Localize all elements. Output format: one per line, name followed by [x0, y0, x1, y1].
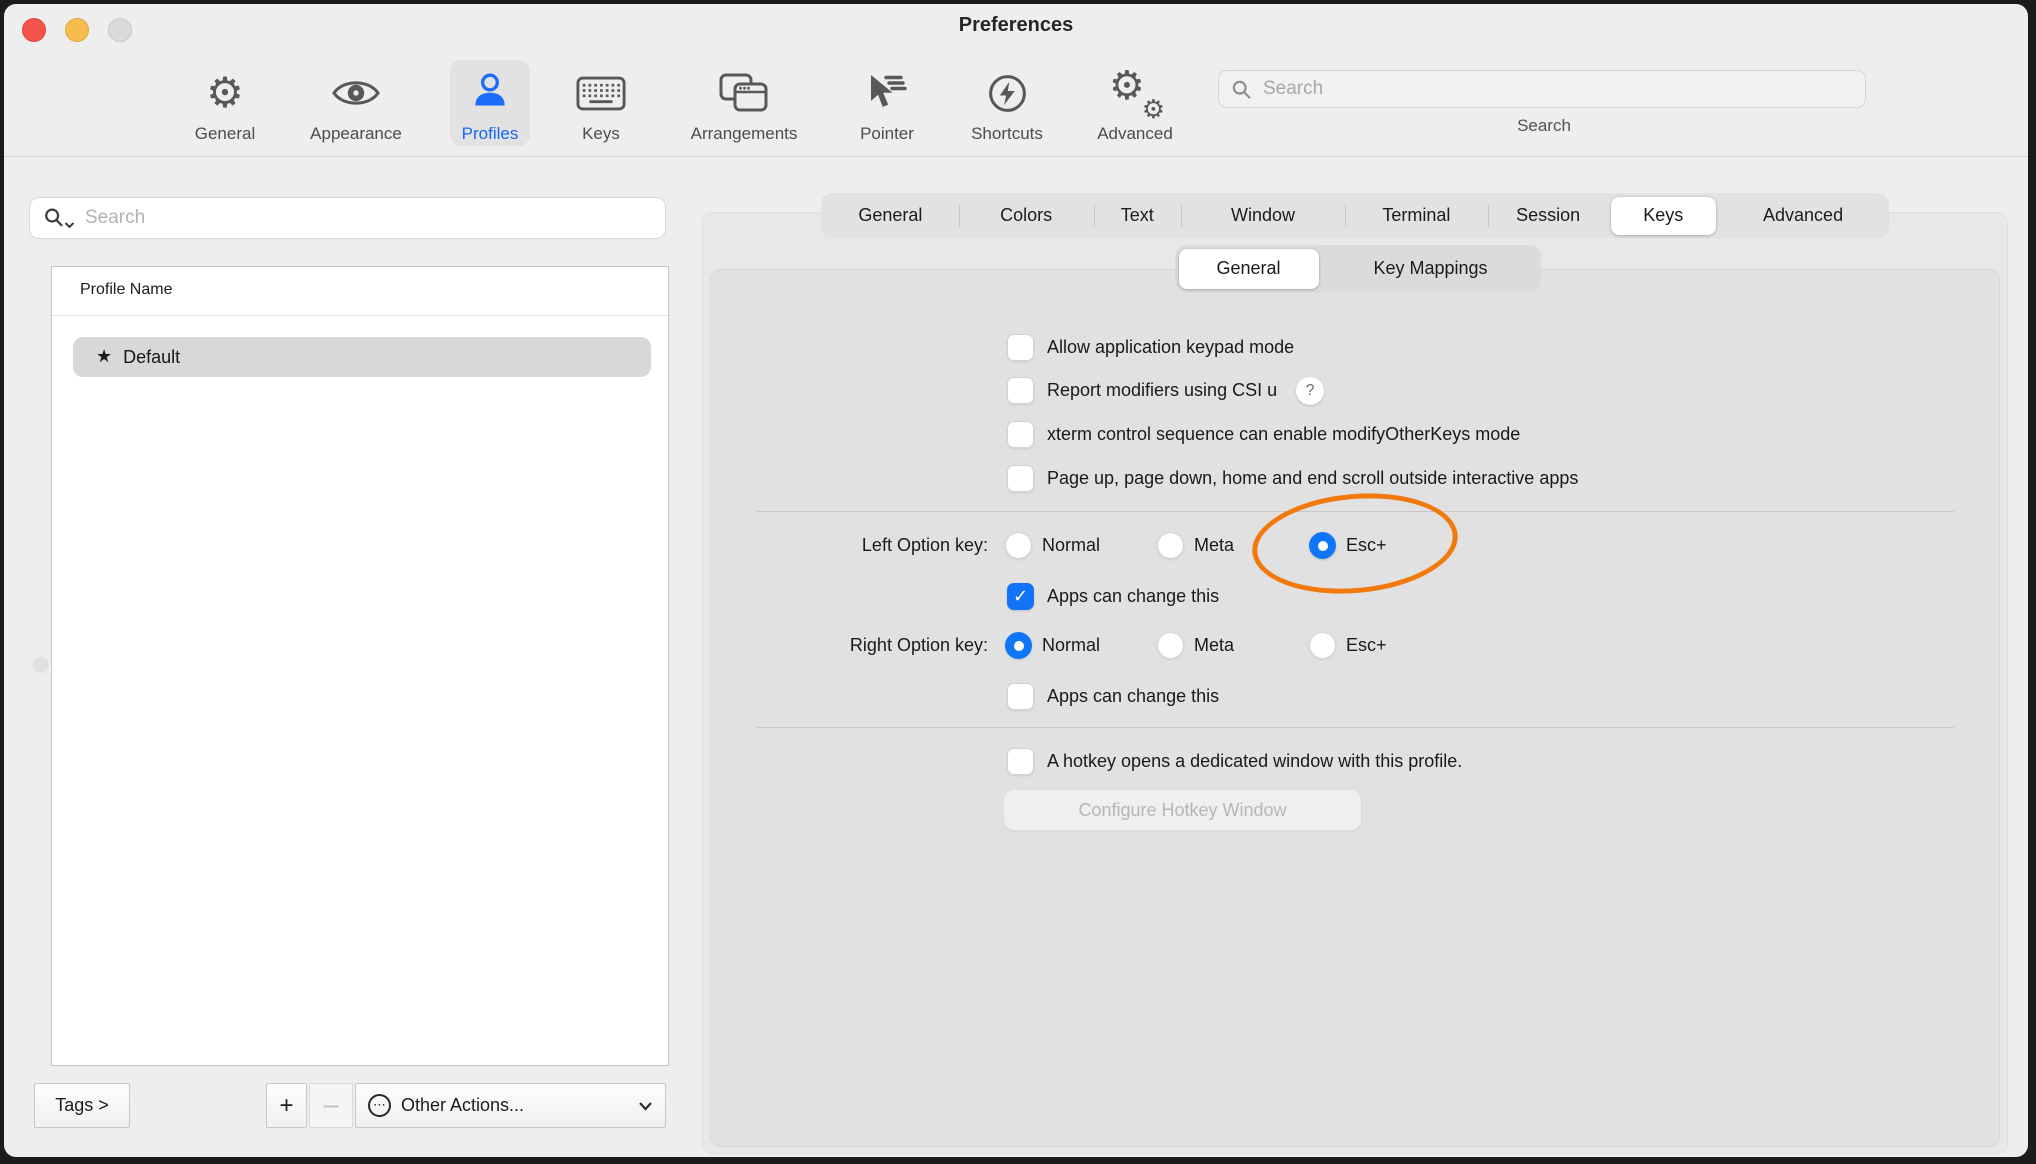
checkbox-unchecked[interactable]	[1007, 748, 1034, 775]
toolbar-item-profiles[interactable]: Profiles	[450, 60, 530, 146]
tab-terminal[interactable]: Terminal	[1345, 194, 1488, 237]
toolbar-item-pointer[interactable]: Pointer	[842, 60, 932, 146]
checkbox-unchecked[interactable]	[1007, 377, 1034, 404]
right-option-label: Right Option key:	[644, 635, 988, 656]
toolbar-search-field[interactable]	[1218, 70, 1866, 108]
radio-selected[interactable]	[1309, 532, 1336, 559]
keys-subtabs: General Key Mappings	[1176, 246, 1540, 291]
add-profile-button[interactable]: +	[266, 1083, 307, 1128]
toolbar-item-general[interactable]: ⚙ General	[180, 60, 270, 146]
checkbox-row-csi-u[interactable]: Report modifiers using CSI u ?	[1007, 377, 1324, 404]
toolbar-item-appearance[interactable]: Appearance	[291, 60, 421, 146]
other-actions-dropdown[interactable]: ⋯ Other Actions...	[355, 1083, 666, 1128]
minus-icon: −	[321, 1092, 341, 1120]
other-actions-label: Other Actions...	[401, 1095, 524, 1116]
tags-button[interactable]: Tags >	[34, 1083, 130, 1128]
profile-search-input[interactable]	[83, 206, 652, 230]
checkmark-icon: ✓	[1013, 588, 1028, 606]
radio-unselected[interactable]	[1157, 632, 1184, 659]
profile-list-header: Profile Name	[80, 281, 172, 299]
toolbar-search-caption: Search	[1444, 116, 1644, 136]
left-option-normal[interactable]: Normal	[1005, 532, 1100, 559]
radio-unselected[interactable]	[1309, 632, 1336, 659]
left-apps-can-change[interactable]: ✓ Apps can change this	[1007, 583, 1219, 610]
help-icon[interactable]: ?	[1296, 377, 1324, 405]
windows-icon	[719, 64, 769, 122]
person-icon	[467, 64, 513, 122]
right-option-esc[interactable]: Esc+	[1309, 632, 1387, 659]
profile-search-field[interactable]	[29, 197, 666, 239]
gear-icon: ⚙	[206, 64, 244, 122]
plus-icon: +	[279, 1092, 293, 1120]
tab-advanced[interactable]: Advanced	[1718, 194, 1888, 237]
left-option-meta[interactable]: Meta	[1157, 532, 1234, 559]
keyboard-icon	[576, 64, 626, 122]
section-divider	[757, 511, 1954, 512]
checkbox-unchecked[interactable]	[1007, 465, 1034, 492]
toolbar-search-input[interactable]	[1261, 77, 1853, 101]
tab-session[interactable]: Session	[1488, 194, 1609, 237]
chevron-down-icon	[64, 221, 75, 229]
tab-text[interactable]: Text	[1094, 194, 1182, 237]
preferences-window: Preferences ⚙ General Appearance Profile…	[4, 4, 2028, 1157]
profile-list: Profile Name ★ Default	[51, 266, 669, 1066]
checkbox-unchecked[interactable]	[1007, 683, 1034, 710]
hotkey-checkbox-row[interactable]: A hotkey opens a dedicated window with t…	[1007, 748, 1462, 775]
toolbar-item-keys[interactable]: Keys	[571, 60, 631, 146]
checkbox-row-modifyotherkeys[interactable]: xterm control sequence can enable modify…	[1007, 421, 1520, 448]
radio-unselected[interactable]	[1157, 532, 1184, 559]
chevron-down-icon	[638, 1101, 653, 1111]
checkbox-checked[interactable]: ✓	[1007, 583, 1034, 610]
window-title: Preferences	[4, 14, 2028, 37]
tab-window[interactable]: Window	[1181, 194, 1345, 237]
star-icon: ★	[96, 348, 112, 366]
toolbar-item-advanced[interactable]: ⚙⚙ Advanced	[1080, 60, 1190, 146]
left-option-label: Left Option key:	[644, 535, 988, 556]
toolbar-item-arrangements[interactable]: Arrangements	[669, 60, 819, 146]
ellipsis-circle-icon: ⋯	[368, 1094, 391, 1117]
remove-profile-button[interactable]: −	[309, 1083, 353, 1128]
bolt-icon	[985, 64, 1030, 122]
right-option-normal[interactable]: Normal	[1005, 632, 1100, 659]
toolbar-item-shortcuts[interactable]: Shortcuts	[954, 60, 1060, 146]
search-icon	[1231, 79, 1252, 100]
tab-keys[interactable]: Keys	[1611, 197, 1716, 235]
profile-name: Default	[123, 347, 180, 368]
gears-icon: ⚙⚙	[1109, 64, 1161, 122]
left-option-esc[interactable]: Esc+	[1309, 532, 1387, 559]
radio-selected[interactable]	[1005, 632, 1032, 659]
section-divider	[757, 727, 1954, 728]
right-apps-can-change[interactable]: Apps can change this	[1007, 683, 1219, 710]
eye-icon	[331, 64, 381, 122]
checkbox-unchecked[interactable]	[1007, 334, 1034, 361]
tab-general[interactable]: General	[822, 194, 959, 237]
checkbox-unchecked[interactable]	[1007, 421, 1034, 448]
tab-colors[interactable]: Colors	[959, 194, 1094, 237]
checkbox-row-page-scroll[interactable]: Page up, page down, home and end scroll …	[1007, 465, 1578, 492]
subtab-key-mappings[interactable]: Key Mappings	[1321, 246, 1540, 291]
checkbox-row-keypad[interactable]: Allow application keypad mode	[1007, 334, 1294, 361]
configure-hotkey-window-button[interactable]: Configure Hotkey Window	[1004, 790, 1361, 830]
right-option-meta[interactable]: Meta	[1157, 632, 1234, 659]
cursor-icon	[864, 64, 910, 122]
toolbar-divider	[4, 156, 2028, 157]
keys-general-panel	[710, 269, 2000, 1147]
radio-unselected[interactable]	[1005, 532, 1032, 559]
search-icon	[43, 207, 75, 229]
profile-row-default[interactable]: ★ Default	[73, 337, 651, 377]
subtab-general[interactable]: General	[1179, 249, 1319, 289]
profile-tabs: General Colors Text Window Terminal Sess…	[822, 194, 1888, 237]
pane-resize-dot	[33, 657, 49, 673]
